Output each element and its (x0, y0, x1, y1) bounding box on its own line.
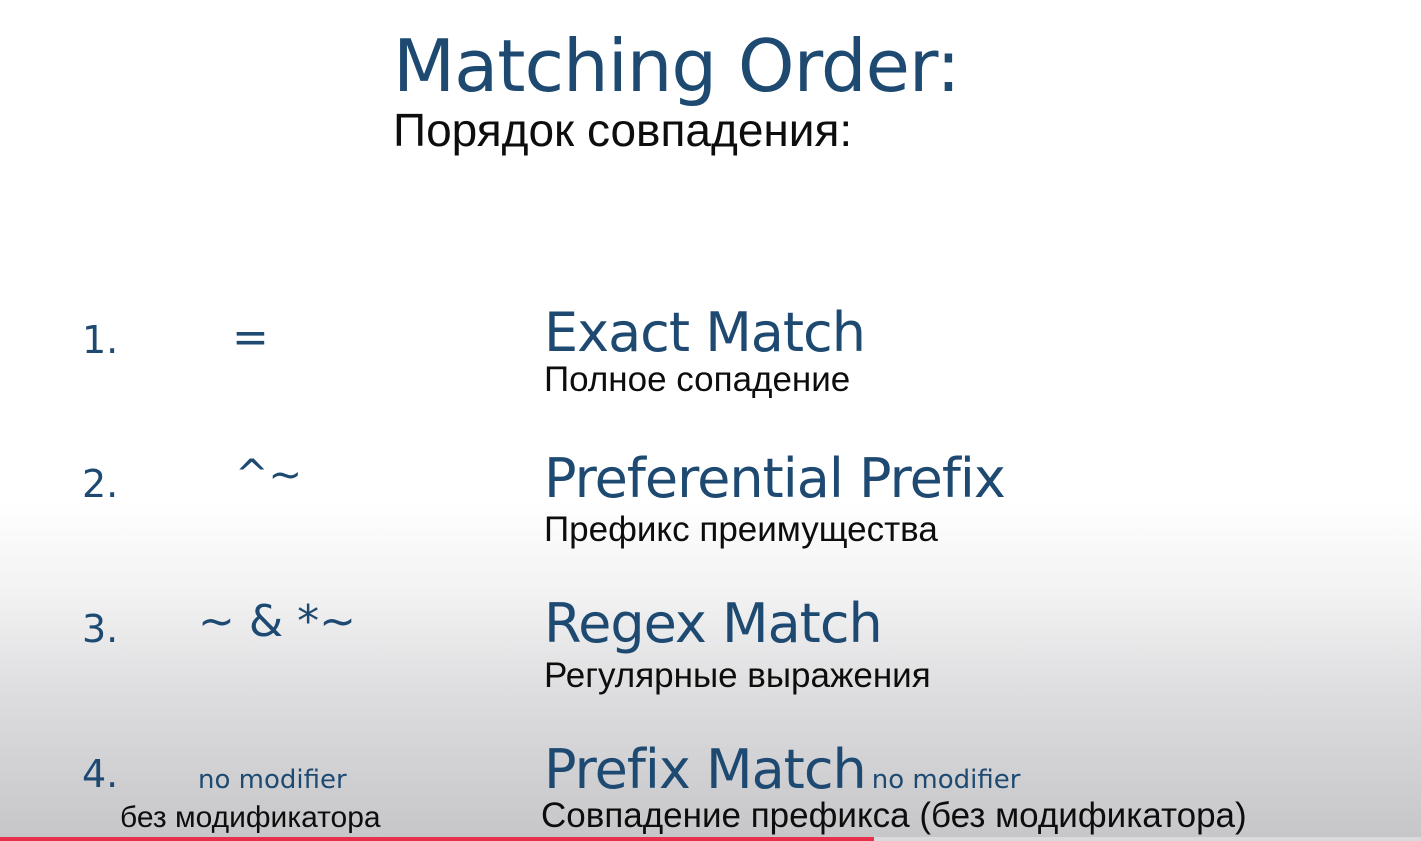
item-3-translation: Регулярные выражения (544, 656, 931, 695)
item-4-modifier-translation: без модификатора (120, 801, 381, 834)
item-4-number: 4. (82, 752, 119, 796)
item-4-modifier: no modifier (198, 765, 347, 795)
item-2-modifier: ^~ (235, 452, 303, 498)
item-3-modifier: ~ & *~ (198, 596, 357, 647)
video-progress-bar[interactable] (0, 837, 1421, 841)
item-1-name: Exact Match (544, 301, 866, 364)
item-1-modifier: = (232, 312, 269, 363)
item-2-translation: Префикс преимущества (544, 510, 938, 549)
video-progress-fill (0, 837, 874, 841)
item-1-number: 1. (82, 318, 119, 362)
item-3-name: Regex Match (544, 592, 883, 655)
item-3-number: 3. (82, 607, 119, 651)
item-4-name-text: Prefix Match (544, 738, 867, 801)
slide-title: Matching Order: (393, 24, 961, 108)
item-2-number: 2. (82, 462, 119, 506)
slide: Matching Order: Порядок совпадения: 1. =… (0, 0, 1421, 841)
item-4-translation: Совпадение префикса (без модификатора) (541, 796, 1247, 835)
item-4-name-note: no modifier (871, 765, 1021, 795)
slide-subtitle: Порядок совпадения: (393, 104, 853, 156)
item-2-name: Preferential Prefix (544, 447, 1006, 510)
item-1-translation: Полное сопадение (544, 360, 851, 399)
